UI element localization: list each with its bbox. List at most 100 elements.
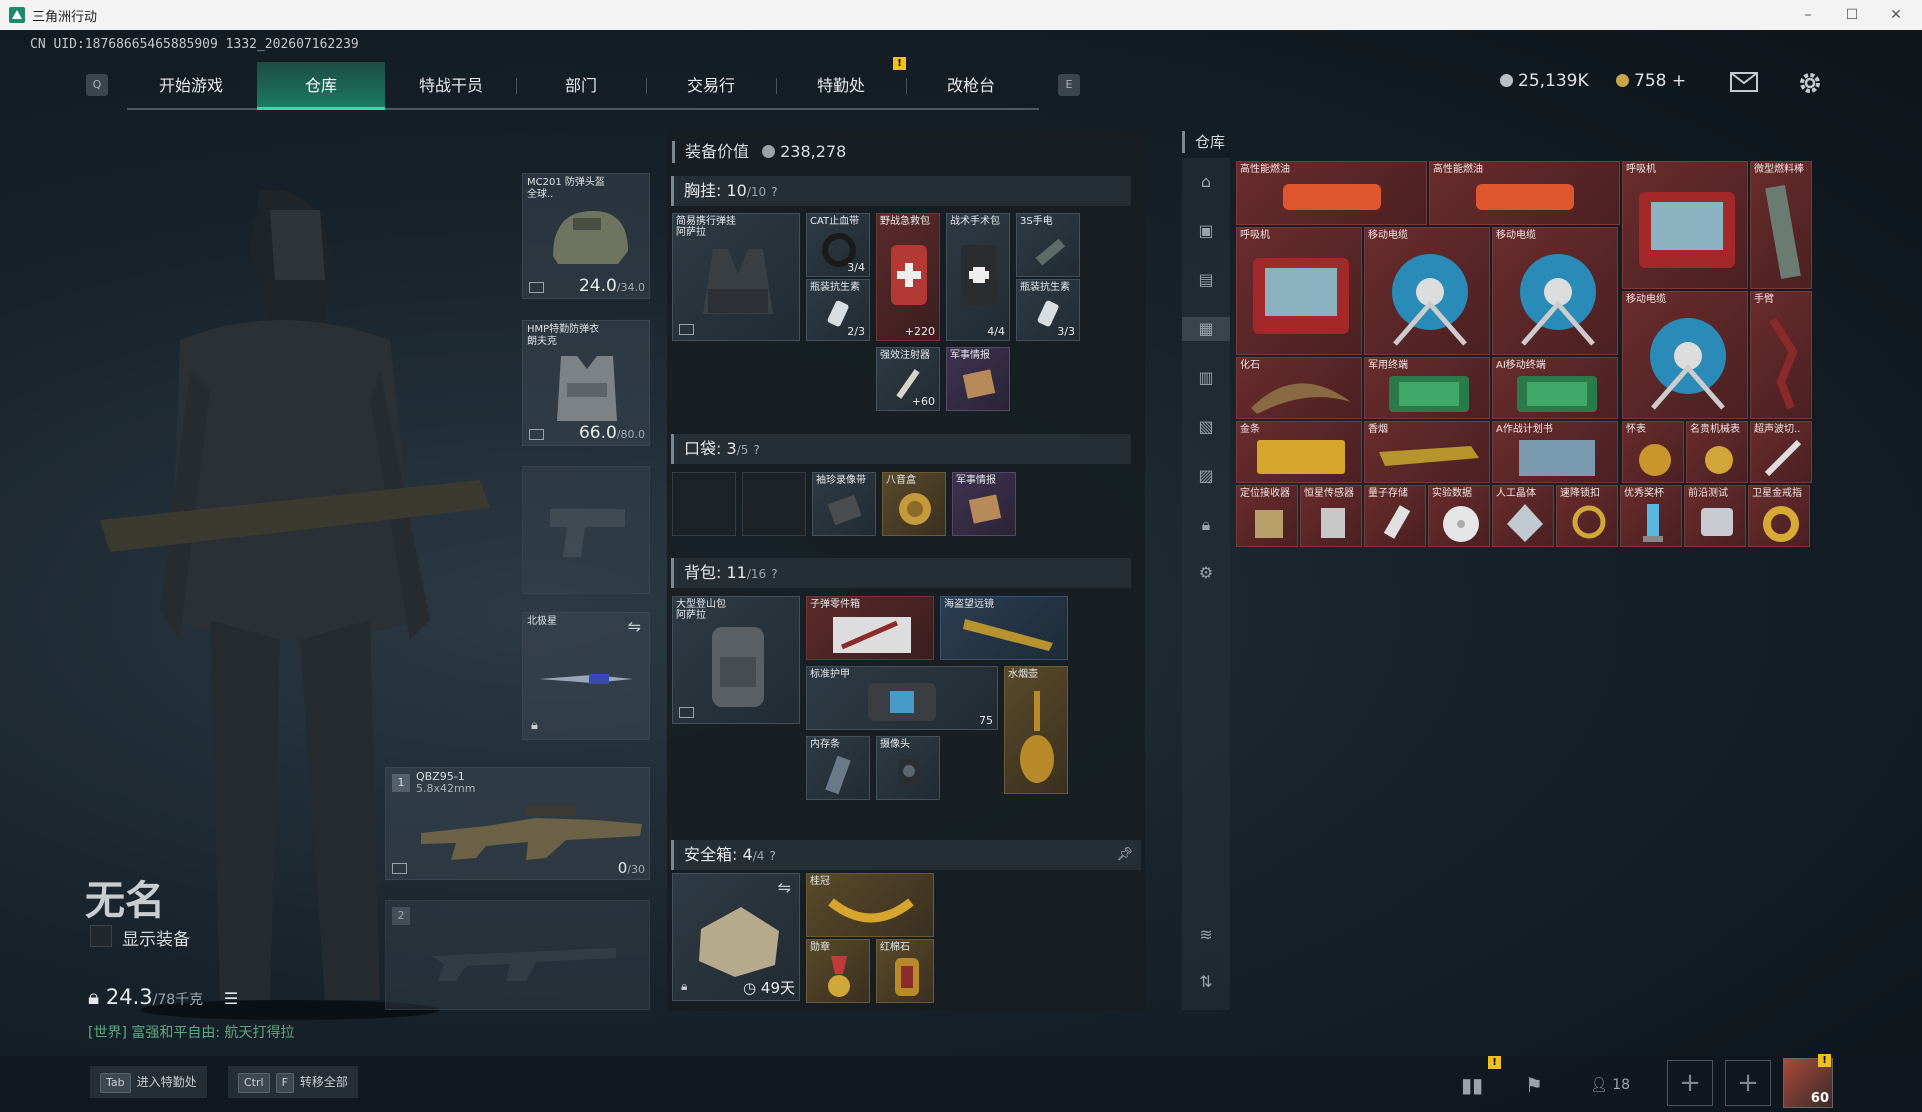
tab-warehouse[interactable]: 仓库	[257, 62, 385, 110]
gold-topup-button[interactable]: +	[1672, 71, 1686, 91]
help-icon[interactable]: ?	[771, 567, 777, 581]
category-equipment-icon[interactable]: ▤	[1194, 268, 1218, 292]
category-collectibles-icon[interactable]: ▦	[1182, 317, 1230, 341]
backpack-item-hookah[interactable]: 水烟壶	[1004, 666, 1068, 794]
storage-item-battle-plan[interactable]: A作战计划书	[1492, 421, 1618, 483]
help-icon[interactable]: ?	[771, 185, 777, 199]
help-icon[interactable]: ?	[753, 443, 759, 457]
storage-item-gold-bar[interactable]: 金条	[1236, 421, 1362, 483]
pocket-item-intel[interactable]: 军事情报	[952, 472, 1016, 536]
storage-item-cable-reel[interactable]: 移动电缆	[1364, 227, 1490, 355]
storage-item-trophy[interactable]: 优秀奖杯	[1620, 485, 1682, 547]
storage-item-ring[interactable]: 卫星金戒指	[1748, 485, 1810, 547]
storage-item-quantum-storage[interactable]: 量子存储	[1364, 485, 1426, 547]
storage-item-cigarette[interactable]: 香烟	[1364, 421, 1490, 483]
maximize-button[interactable]: ☐	[1830, 3, 1874, 27]
backpack-item[interactable]: 大型登山包 阿萨拉	[672, 596, 800, 724]
backpack-item-telescope[interactable]: 海盗望远镜	[940, 596, 1068, 660]
close-button[interactable]: ✕	[1874, 3, 1918, 27]
armor-slot[interactable]: HMP特勤防弹衣 朗夫克 66.0/80.0	[522, 320, 650, 446]
category-all-icon[interactable]: ⌂	[1194, 170, 1218, 194]
storage-item-ventilator[interactable]: 呼吸机	[1236, 227, 1362, 355]
storage-item-ultrasonic-cutter[interactable]: 超声波切..	[1750, 421, 1812, 483]
storage-item-sensor[interactable]: 恒星传感器	[1300, 485, 1362, 547]
rig-item-injector[interactable]: 强效注射器 +60	[876, 347, 940, 411]
tab-gunsmith[interactable]: 改枪台	[907, 62, 1035, 110]
squad-count[interactable]: 👤︎ 18	[1580, 1066, 1640, 1104]
backpack-item-memory[interactable]: 内存条	[806, 736, 870, 800]
sort-icon[interactable]: ⇅	[1194, 970, 1218, 994]
storage-item-receiver[interactable]: 定位接收器	[1236, 485, 1298, 547]
next-tab-key[interactable]: E	[1058, 74, 1080, 96]
storage-item-arm[interactable]: 手臂	[1750, 291, 1812, 419]
rig-item-surgery-kit[interactable]: 战术手术包 4/4	[946, 213, 1010, 341]
secondary-weapon-slot[interactable]: 2	[385, 900, 650, 1010]
rig-item-tourniquet[interactable]: CAT止血带 3/4	[806, 213, 870, 277]
show-equipment-checkbox[interactable]	[90, 925, 112, 947]
tab-operators[interactable]: 特战干员	[387, 62, 515, 110]
storage-item-fuel[interactable]: 高性能燃油	[1236, 161, 1427, 225]
storage-item-fuel-rod[interactable]: 微型燃料棒	[1750, 161, 1812, 289]
storage-item-test-device[interactable]: 前沿测试	[1684, 485, 1746, 547]
help-icon[interactable]: ?	[769, 849, 775, 863]
rig-item-flashlight[interactable]: 3S手电	[1016, 213, 1080, 277]
pocket-item-videotape[interactable]: 袖珍录像带	[812, 472, 876, 536]
backpack-item-bullet-parts[interactable]: 子弹零件箱	[806, 596, 934, 660]
backpack-item-standard-armor[interactable]: 标准护甲 75	[806, 666, 998, 730]
rig-item-intel[interactable]: 军事情报	[946, 347, 1010, 411]
list-icon[interactable]: ☰	[224, 989, 238, 1008]
storage-item-crystal[interactable]: 人工晶体	[1492, 485, 1554, 547]
swap-icon[interactable]: ⇋	[778, 878, 791, 897]
swap-icon[interactable]: ⇋	[628, 617, 641, 636]
pocket-item-music-box[interactable]: 八音盒	[882, 472, 946, 536]
rig-item-antibiotics-1[interactable]: 瓶装抗生素 2/3	[806, 279, 870, 341]
tab-department[interactable]: 部门	[517, 62, 645, 110]
safebox-item-medal[interactable]: 勋章	[806, 939, 870, 1003]
enter-special-ops-hint[interactable]: Tab 进入特勤处	[90, 1066, 207, 1098]
storage-item-experiment-data[interactable]: 实验数据	[1428, 485, 1490, 547]
storage-item-buckle[interactable]: 速降锁扣	[1556, 485, 1618, 547]
rig-item-antibiotics-2[interactable]: 瓶装抗生素 3/3	[1016, 279, 1080, 341]
minimize-button[interactable]: –	[1786, 3, 1830, 27]
melee-slot[interactable]: 北极星 ⇋ 🔒︎	[522, 612, 650, 740]
storage-item-pocket-watch[interactable]: 怀表	[1622, 421, 1684, 483]
tab-start-game[interactable]: 开始游戏	[127, 62, 255, 110]
pocket-slot-empty[interactable]	[672, 472, 736, 536]
pin-icon[interactable]: 📌︎	[1116, 840, 1133, 870]
chest-rig-item[interactable]: 简易携行弹挂 阿萨拉	[672, 213, 800, 341]
backpack-item-camera[interactable]: 摄像头	[876, 736, 940, 800]
storage-item-mechanical-watch[interactable]: 名贵机械表	[1686, 421, 1748, 483]
stack-layers-icon[interactable]: ≋	[1194, 923, 1218, 947]
tab-trading[interactable]: 交易行	[647, 62, 775, 110]
category-settings-icon[interactable]: ⚙	[1194, 561, 1218, 585]
settings-gear-icon[interactable]	[1797, 70, 1823, 96]
flag-icon[interactable]: ⚑	[1515, 1066, 1553, 1104]
prev-tab-key[interactable]: Q	[86, 74, 108, 96]
storage-item-fossil[interactable]: 化石	[1236, 357, 1362, 419]
invite-teammate-button[interactable]: +	[1667, 1060, 1713, 1106]
storage-item-ventilator[interactable]: 呼吸机	[1622, 161, 1748, 289]
category-medical-icon[interactable]: ▧	[1194, 415, 1218, 439]
safebox-container[interactable]: ⇋ 🔒︎ ◷ 49天	[672, 873, 800, 1001]
gold-currency[interactable]: 758 +	[1616, 71, 1686, 91]
category-locked-icon[interactable]: 🔒︎	[1194, 513, 1218, 537]
chat-line[interactable]: [世界] 富强和平自由: 航天打得拉	[88, 1022, 295, 1042]
safebox-item-laurel[interactable]: 桂冠	[806, 873, 934, 937]
storage-item-cable-reel[interactable]: 移动电缆	[1492, 227, 1618, 355]
category-keys-icon[interactable]: ▨	[1194, 464, 1218, 488]
pistol-slot-empty[interactable]	[522, 466, 650, 594]
safebox-item-red-cotton-stone[interactable]: 红棉石	[876, 939, 934, 1003]
category-ammo-icon[interactable]: ▥	[1194, 366, 1218, 390]
transfer-all-hint[interactable]: Ctrl F 转移全部	[228, 1066, 358, 1098]
tab-special-ops[interactable]: 特勤处	[777, 62, 905, 110]
storage-item-military-terminal[interactable]: 军用终端	[1364, 357, 1490, 419]
category-weapons-icon[interactable]: ▣	[1194, 219, 1218, 243]
rig-item-first-aid[interactable]: 野战急救包 +220	[876, 213, 940, 341]
stats-chart-icon[interactable]: ▮▮	[1453, 1066, 1491, 1104]
mail-icon[interactable]	[1730, 72, 1758, 92]
invite-teammate-button[interactable]: +	[1725, 1060, 1771, 1106]
storage-item-cable-reel[interactable]: 移动电缆	[1622, 291, 1748, 419]
helmet-slot[interactable]: MC201 防弹头盔 全球.. 24.0/34.0	[522, 173, 650, 299]
storage-item-ai-terminal[interactable]: AI移动终端	[1492, 357, 1618, 419]
primary-weapon-slot[interactable]: 1 QBZ95-1 5.8x42mm 0/30	[385, 767, 650, 880]
